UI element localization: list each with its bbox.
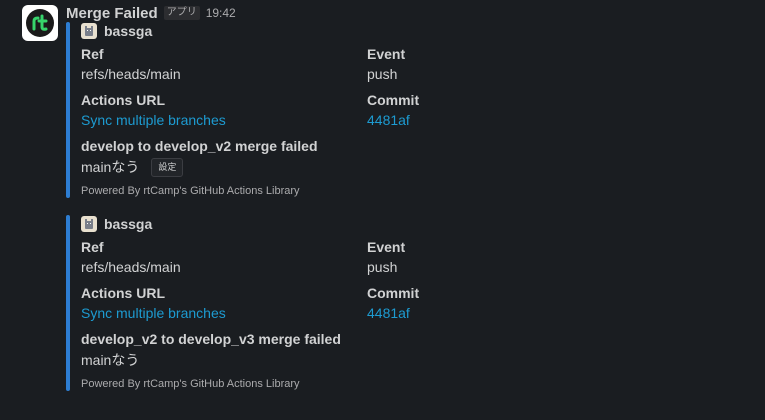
author-avatar-icon [81,216,97,232]
message: Merge Failed アプリ 19:42 bassga Ref refs/h… [0,0,765,420]
field-value: push [367,259,398,275]
attachment: bassga Ref refs/heads/main Event push Ac… [66,215,641,391]
actions-url-link[interactable]: Sync multiple branches [81,110,367,131]
merge-status-text: mainなう [81,352,140,368]
field-event: Event push [367,45,567,91]
settings-button[interactable]: 設定 [151,157,184,177]
field-title: Ref [81,239,104,255]
attachment-author: bassga [81,215,641,233]
field-title: Ref [81,46,104,62]
attachment-fields: Ref refs/heads/main Event push Actions U… [81,238,641,330]
attachment-fields: Ref refs/heads/main Event push Actions U… [81,45,641,137]
field-actions-url: Actions URL Sync multiple branches [81,91,367,137]
attachment-author: bassga [81,22,641,40]
field-title: Event [367,46,406,62]
field-value: refs/heads/main [81,259,181,275]
field-title: Event [367,239,406,255]
field-commit: Commit 4481af [367,91,567,137]
field-commit: Commit 4481af [367,284,567,330]
field-actions-url: Actions URL Sync multiple branches [81,284,367,330]
field-title: Actions URL [81,92,165,108]
rtcamp-logo-icon [26,9,54,37]
author-name[interactable]: bassga [104,216,152,232]
merge-status-line: mainなう 設定 [81,156,641,178]
field-title: Commit [367,285,420,301]
field-value: refs/heads/main [81,66,181,82]
merge-status-text: mainなう [81,159,140,175]
field-ref: Ref refs/heads/main [81,45,367,91]
app-avatar[interactable] [22,5,58,41]
attachment: bassga Ref refs/heads/main Event push Ac… [66,22,641,198]
commit-link[interactable]: 4481af [367,303,567,324]
sender-name[interactable]: Merge Failed [66,5,158,22]
actions-url-link[interactable]: Sync multiple branches [81,303,367,324]
attachment-footer: Powered By rtCamp's GitHub Actions Libra… [81,185,300,197]
attachment-footer: Powered By rtCamp's GitHub Actions Libra… [81,378,300,390]
field-value: push [367,66,398,82]
author-name[interactable]: bassga [104,23,152,39]
merge-failed-title: develop to develop_v2 merge failed [81,138,318,154]
merge-status-line: mainなう [81,349,641,371]
commit-link[interactable]: 4481af [367,110,567,131]
author-avatar-icon [81,23,97,39]
field-ref: Ref refs/heads/main [81,238,367,284]
timestamp[interactable]: 19:42 [206,6,236,20]
attachment-color-bar [66,22,70,198]
merge-failed-title: develop_v2 to develop_v3 merge failed [81,331,341,347]
message-header: Merge Failed アプリ 19:42 [66,3,236,23]
attachment-color-bar [66,215,70,391]
app-badge: アプリ [163,6,200,20]
field-event: Event push [367,238,567,284]
field-title: Commit [367,92,420,108]
field-title: Actions URL [81,285,165,301]
